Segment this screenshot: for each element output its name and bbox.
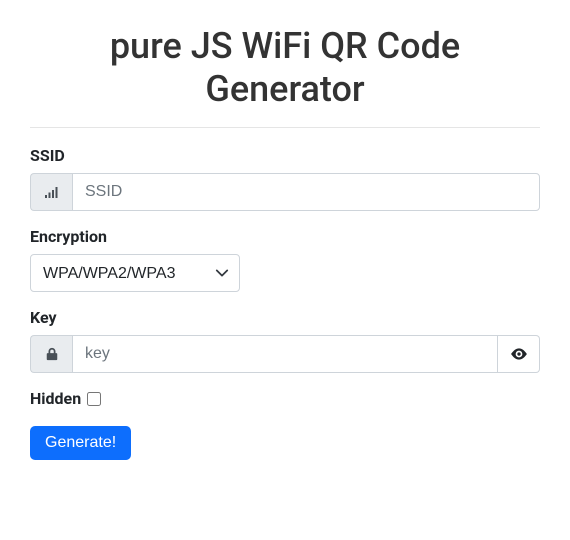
hidden-group: Hidden xyxy=(30,389,540,408)
encryption-select[interactable]: WPA/WPA2/WPA3 xyxy=(30,254,240,292)
encryption-group: Encryption WPA/WPA2/WPA3 xyxy=(30,227,540,292)
eye-icon[interactable] xyxy=(498,335,540,373)
hidden-label: Hidden xyxy=(30,389,81,408)
ssid-group: SSID xyxy=(30,146,540,211)
key-group: Key xyxy=(30,308,540,373)
generate-button[interactable]: Generate! xyxy=(30,426,131,460)
encryption-label: Encryption xyxy=(30,227,540,246)
hidden-checkbox[interactable] xyxy=(87,392,101,406)
divider xyxy=(30,127,540,128)
page-title: pure JS WiFi QR Code Generator xyxy=(30,25,540,111)
key-input-group xyxy=(30,335,540,373)
ssid-input[interactable] xyxy=(72,173,540,211)
signal-icon xyxy=(30,173,72,211)
ssid-label: SSID xyxy=(30,146,540,165)
ssid-input-group xyxy=(30,173,540,211)
key-label: Key xyxy=(30,308,540,327)
lock-icon xyxy=(30,335,72,373)
key-input[interactable] xyxy=(72,335,498,373)
